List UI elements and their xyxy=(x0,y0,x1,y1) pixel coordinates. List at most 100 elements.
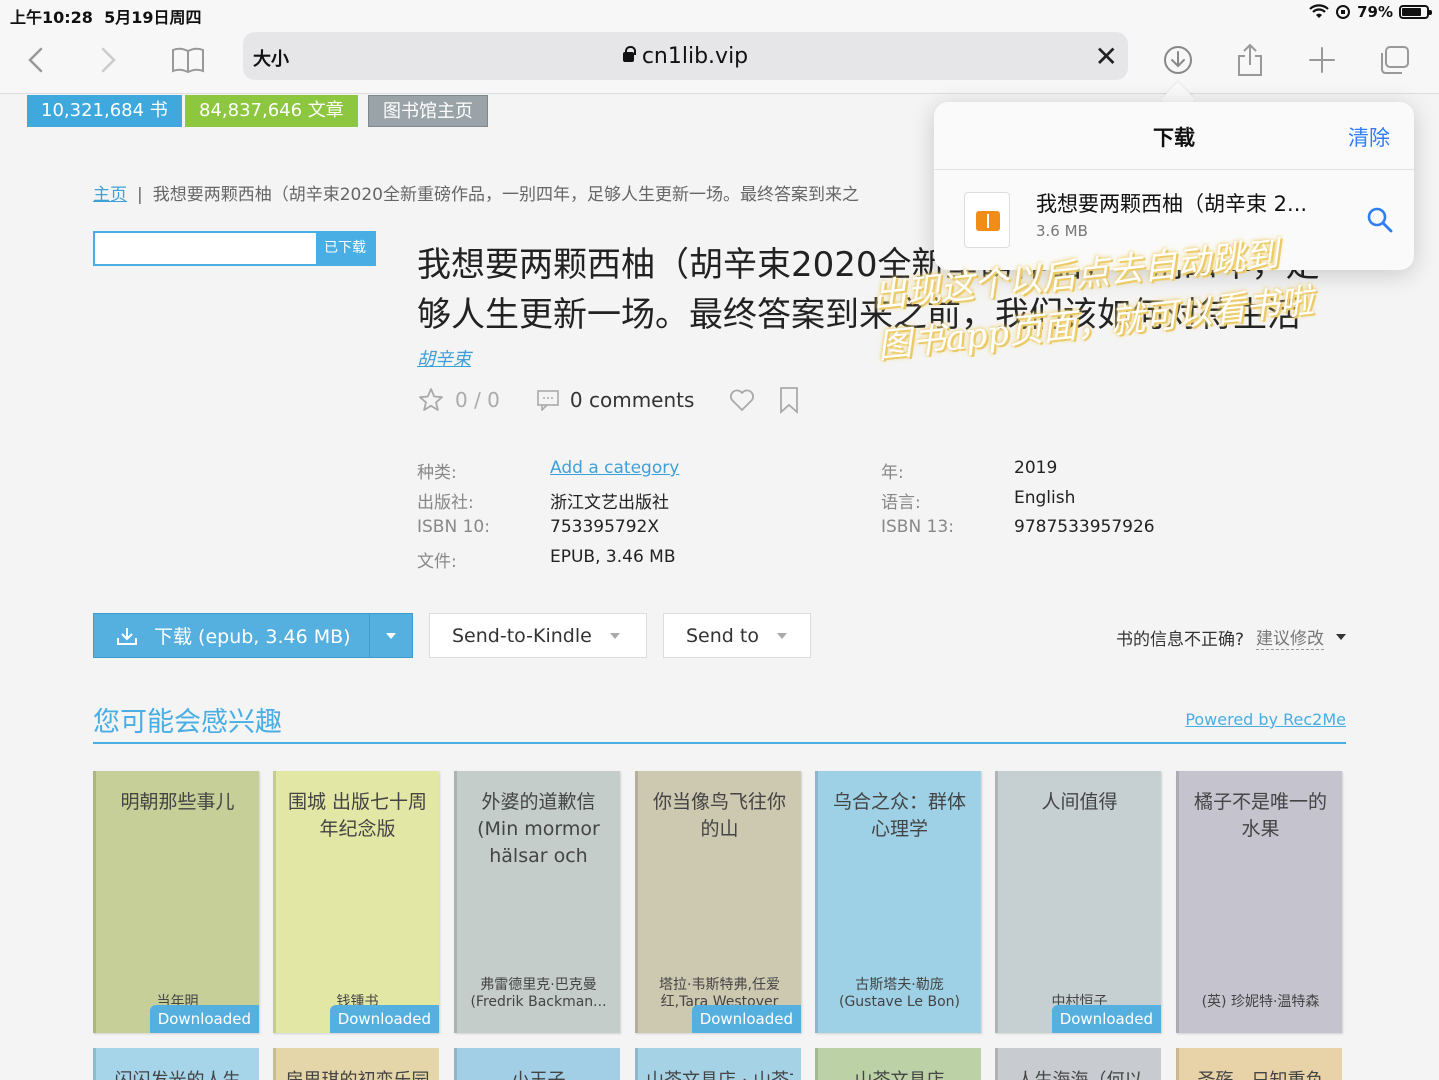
download-file-name[interactable]: 我想要两颗西柚（胡辛束 2... xyxy=(1036,188,1307,218)
download-button-group: 下载 (epub, 3.46 MB) xyxy=(93,613,413,658)
downloaded-badge: 已下载 xyxy=(316,233,374,264)
clear-url-icon[interactable]: ✕ xyxy=(1095,40,1118,73)
recommended-book-title: 人生海海（何以 xyxy=(1006,1066,1153,1080)
bookmark-icon[interactable] xyxy=(778,386,800,414)
books-count-link[interactable]: 10,321,684 书 xyxy=(27,95,182,127)
downloads-icon[interactable] xyxy=(1158,40,1198,80)
isbn10-value: 753395792X xyxy=(550,517,659,537)
recommended-book-title: 闪闪发光的人生 xyxy=(104,1066,251,1080)
status-time: 上午10:28 5月19日周四 xyxy=(10,8,202,27)
breadcrumb: 主页 | 我想要两颗西柚（胡辛束2020全新重磅作品，一别四年，足够人生更新一场。最… xyxy=(93,180,859,205)
rating-row: 0 / 0 0 comments xyxy=(417,386,800,414)
downloaded-badge: Downloaded xyxy=(149,1005,259,1033)
report-issue: 书的信息不正确? 建议修改 xyxy=(1116,624,1346,650)
section-divider xyxy=(93,742,1346,744)
download-file-size: 3.6 MB xyxy=(1036,222,1088,240)
download-options-dropdown[interactable] xyxy=(369,614,412,657)
file-label: 文件: xyxy=(417,552,457,572)
tabs-overview-icon[interactable] xyxy=(1374,40,1414,80)
recommend-title: 您可能会感兴趣 xyxy=(93,707,282,738)
recommended-book-title: 你当像鸟飞往你的山 xyxy=(652,791,786,840)
heart-icon[interactable] xyxy=(728,387,756,413)
isbn10-label: ISBN 10: xyxy=(417,517,490,537)
recommended-book[interactable]: 乌合之众：群体心理学古斯塔夫·勒庞 (Gustave Le Bon) xyxy=(815,771,981,1033)
downloaded-badge: Downloaded xyxy=(691,1005,801,1033)
recommended-book[interactable]: 围城 出版七十周年纪念版 钱锺书 Downloaded xyxy=(273,771,439,1033)
recommended-book[interactable]: 人间值得 中村恒子 Downloaded xyxy=(995,771,1161,1033)
battery-icon xyxy=(1399,5,1432,19)
url-text[interactable]: cn1lib.vip xyxy=(243,44,1128,69)
isbn13-value: 9787533957926 xyxy=(1014,517,1155,537)
isbn13-label: ISBN 13: xyxy=(881,517,954,537)
recommended-book[interactable]: 小王子 xyxy=(454,1048,620,1080)
download-icon xyxy=(117,627,137,645)
recommended-book[interactable]: 外婆的道歉信 (Min mormor hälsar och 弗雷德里克·巴克曼 (… xyxy=(454,771,620,1033)
suggest-edit-link[interactable]: 建议修改 xyxy=(1256,624,1324,650)
search-icon[interactable] xyxy=(1366,206,1394,234)
clear-downloads-button[interactable]: 清除 xyxy=(1348,122,1390,152)
back-icon[interactable] xyxy=(16,40,56,80)
recommended-book[interactable]: 山茶文具店 xyxy=(815,1048,981,1080)
chevron-down-icon[interactable] xyxy=(1336,634,1346,640)
articles-count-link[interactable]: 84,837,646 文章 xyxy=(185,95,358,127)
recommended-book[interactable]: 橘子不是唯一的水果 (英) 珍妮特·温特森 xyxy=(1176,771,1342,1033)
recommended-book[interactable]: 闪闪发光的人生 xyxy=(93,1048,259,1080)
recommended-book-author: 古斯塔夫·勒庞 (Gustave Le Bon) xyxy=(838,977,961,1010)
lock-icon xyxy=(622,46,636,62)
file-value: EPUB, 3.46 MB xyxy=(550,547,676,567)
send-to-kindle-button[interactable]: Send-to-Kindle xyxy=(429,613,647,658)
add-category-link[interactable]: Add a category xyxy=(550,458,679,478)
recommended-book[interactable]: 人生海海（何以 xyxy=(995,1048,1161,1080)
breadcrumb-separator: | xyxy=(137,185,143,205)
comment-icon[interactable] xyxy=(536,389,560,411)
recommended-book-title: 明朝那些事儿 xyxy=(120,791,235,813)
year-value: 2019 xyxy=(1014,458,1058,478)
chevron-down-icon xyxy=(609,632,620,639)
orientation-lock-icon xyxy=(1336,5,1351,19)
browser-toolbar: 大小 cn1lib.vip ✕ xyxy=(0,28,1439,94)
book-file-icon[interactable] xyxy=(964,192,1010,248)
chevron-down-icon xyxy=(386,632,396,639)
recommended-book-title: 外婆的道歉信 (Min mormor hälsar och xyxy=(477,791,600,867)
share-icon[interactable] xyxy=(1230,40,1270,80)
download-button[interactable]: 下载 (epub, 3.46 MB) xyxy=(94,614,370,657)
wifi-icon xyxy=(1309,4,1329,18)
breadcrumb-current: 我想要两颗西柚（胡辛束2020全新重磅作品，一别四年，足够人生更新一场。最终答案… xyxy=(152,185,859,205)
recommended-book-title: 圣殇—只知重负 xyxy=(1187,1066,1334,1080)
recommended-book[interactable]: 圣殇—只知重负 xyxy=(1176,1048,1342,1080)
recommended-book[interactable]: 你当像鸟飞往你的山 塔拉·韦斯特弗,任爱红,Tara Westover Downlo… xyxy=(635,771,801,1033)
downloaded-badge: Downloaded xyxy=(1051,1005,1161,1033)
breadcrumb-home[interactable]: 主页 xyxy=(93,185,127,205)
recommended-book-title: 乌合之众：群体心理学 xyxy=(832,791,966,840)
recommended-book-author: 弗雷德里克·巴克曼 (Fredrik Backman... xyxy=(470,977,607,1010)
recommended-book-author: (英) 珍妮特·温特森 xyxy=(1201,994,1320,1010)
address-bar[interactable]: 大小 cn1lib.vip ✕ xyxy=(243,32,1128,80)
report-question: 书的信息不正确? xyxy=(1115,629,1244,650)
comments-count[interactable]: 0 comments xyxy=(570,388,695,412)
recommended-book-title: 橘子不是唯一的水果 xyxy=(1193,791,1327,840)
recommended-book[interactable]: 房思琪的初恋乐园 xyxy=(273,1048,439,1080)
recommended-book-title: 山茶文具店 xyxy=(826,1066,973,1080)
status-right: 79% xyxy=(1309,3,1432,21)
bookmarks-icon[interactable] xyxy=(168,40,208,80)
book-author-link[interactable]: 胡辛束 xyxy=(417,345,471,371)
library-home-link[interactable]: 图书馆主页 xyxy=(368,95,488,127)
powered-by-link[interactable]: Powered by Rec2Me xyxy=(1185,710,1346,729)
recommended-book-title: 房思琪的初恋乐园 xyxy=(284,1066,431,1080)
recommended-book[interactable]: 山茶文具店 · 山茶文具店2 xyxy=(635,1048,801,1080)
popover-title: 下载 xyxy=(1153,126,1195,150)
send-to-button[interactable]: Send to xyxy=(663,613,811,658)
battery-percent: 79% xyxy=(1357,3,1393,21)
downloaded-badge: Downloaded xyxy=(329,1005,439,1033)
new-tab-icon[interactable] xyxy=(1302,40,1342,80)
publisher-label: 出版社: xyxy=(417,493,474,513)
book-cover[interactable]: 已下载 xyxy=(93,231,376,266)
language-label: 语言: xyxy=(881,493,921,513)
recommended-book[interactable]: 明朝那些事儿 当年明 Downloaded xyxy=(93,771,259,1033)
forward-icon[interactable] xyxy=(88,40,128,80)
star-icon[interactable] xyxy=(417,386,445,414)
status-bar: 上午10:28 5月19日周四 79% xyxy=(0,0,1439,28)
category-label: 种类: xyxy=(417,463,457,483)
chevron-down-icon xyxy=(776,632,787,639)
recommended-book-title: 围城 出版七十周年纪念版 xyxy=(287,791,428,840)
